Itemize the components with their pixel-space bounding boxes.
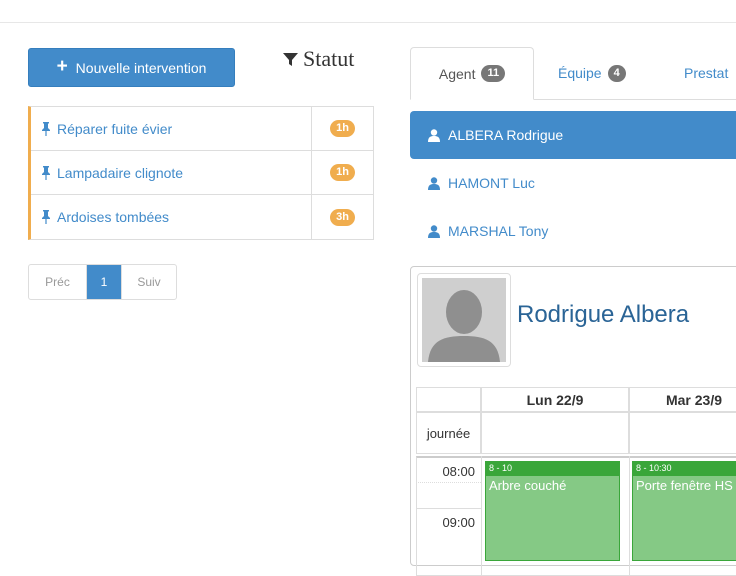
agent-name: HAMONT Luc [448,175,535,191]
new-intervention-button[interactable]: + Nouvelle intervention [28,48,235,87]
agent-name: MARSHAL Tony [448,223,549,239]
status-filter-label: Statut [303,46,355,71]
pagination-prev[interactable]: Préc [29,265,87,299]
calendar-event[interactable]: 8 - 10:30 Porte fenêtre HS [632,461,736,561]
count-badge: 4 [607,64,626,82]
person-silhouette-icon [422,278,506,362]
task-link[interactable]: Lampadaire clignote [31,151,311,194]
count-badge: 11 [481,65,506,82]
task-link[interactable]: Ardoises tombées [31,195,311,239]
task-duration: 3h [311,195,373,239]
task-duration: 1h [311,107,373,150]
pin-icon [42,165,50,180]
pagination: Préc 1 Suiv [28,264,177,300]
task-label: Lampadaire clignote [57,164,184,181]
grid-line [416,508,481,509]
agent-item[interactable]: ALBERA Rodrigue [410,111,736,159]
pagination-next[interactable]: Suiv [121,265,176,299]
user-icon [428,128,440,142]
new-intervention-label: Nouvelle intervention [75,59,207,76]
avatar [417,273,511,367]
tab-label: Équipe [558,65,602,81]
grid-line [481,456,482,576]
event-title: Arbre couché [489,478,567,493]
agent-item[interactable]: MARSHAL Tony [410,207,736,255]
plus-icon: + [56,56,68,77]
grid-line [416,482,481,483]
tab-prestataire[interactable]: Prestat [684,47,728,99]
tab-label: Prestat [684,65,729,81]
tab-label: Agent [438,65,476,82]
intervention-list: Réparer fuite évier 1h Lampadaire cligno… [28,106,374,240]
resource-tabs: Agent 11 Équipe 4 Prestat [410,47,736,100]
task-label: Réparer fuite évier [57,120,173,137]
tab-agent[interactable]: Agent 11 [410,47,534,100]
duration-badge: 1h [330,120,355,137]
tab-equipe[interactable]: Équipe 4 [558,47,626,99]
event-time: 8 - 10 [486,462,619,476]
user-icon [428,224,440,238]
task-link[interactable]: Réparer fuite évier [31,107,311,150]
allday-cell[interactable] [629,412,736,454]
pin-icon [42,121,50,136]
time-label: 09:00 [442,515,475,530]
calendar-day-header: Lun 22/9 [481,387,629,412]
grid-line [629,456,630,576]
event-time: 8 - 10:30 [633,462,736,476]
allday-cell[interactable] [481,412,629,454]
pin-icon [42,210,50,224]
agent-name: ALBERA Rodrigue [448,127,564,143]
pagination-page-1[interactable]: 1 [87,265,121,299]
calendar-event[interactable]: 8 - 10 Arbre couché [485,461,620,561]
calendar-corner [416,387,481,412]
task-duration: 1h [311,151,373,194]
profile-name: Rodrigue Albera [517,301,690,328]
agent-detail-panel: Rodrigue Albera Lun 22/9 Mar 23/9 journé… [410,266,736,576]
user-icon [428,176,440,190]
filter-icon [283,52,298,66]
event-title: Porte fenêtre HS [636,478,733,493]
allday-label: journée [416,412,481,454]
duration-badge: 3h [330,208,355,226]
header-divider [0,22,736,23]
task-label: Ardoises tombées [57,209,170,225]
duration-badge: 1h [330,164,355,181]
list-item[interactable]: Ardoises tombées 3h [31,195,373,239]
list-item[interactable]: Lampadaire clignote 1h [31,151,373,195]
calendar-day-header: Mar 23/9 [629,387,736,412]
time-label: 08:00 [442,464,475,479]
agent-item[interactable]: HAMONT Luc [410,159,736,207]
list-item[interactable]: Réparer fuite évier 1h [31,107,373,151]
status-filter[interactable]: Statut [283,46,354,72]
